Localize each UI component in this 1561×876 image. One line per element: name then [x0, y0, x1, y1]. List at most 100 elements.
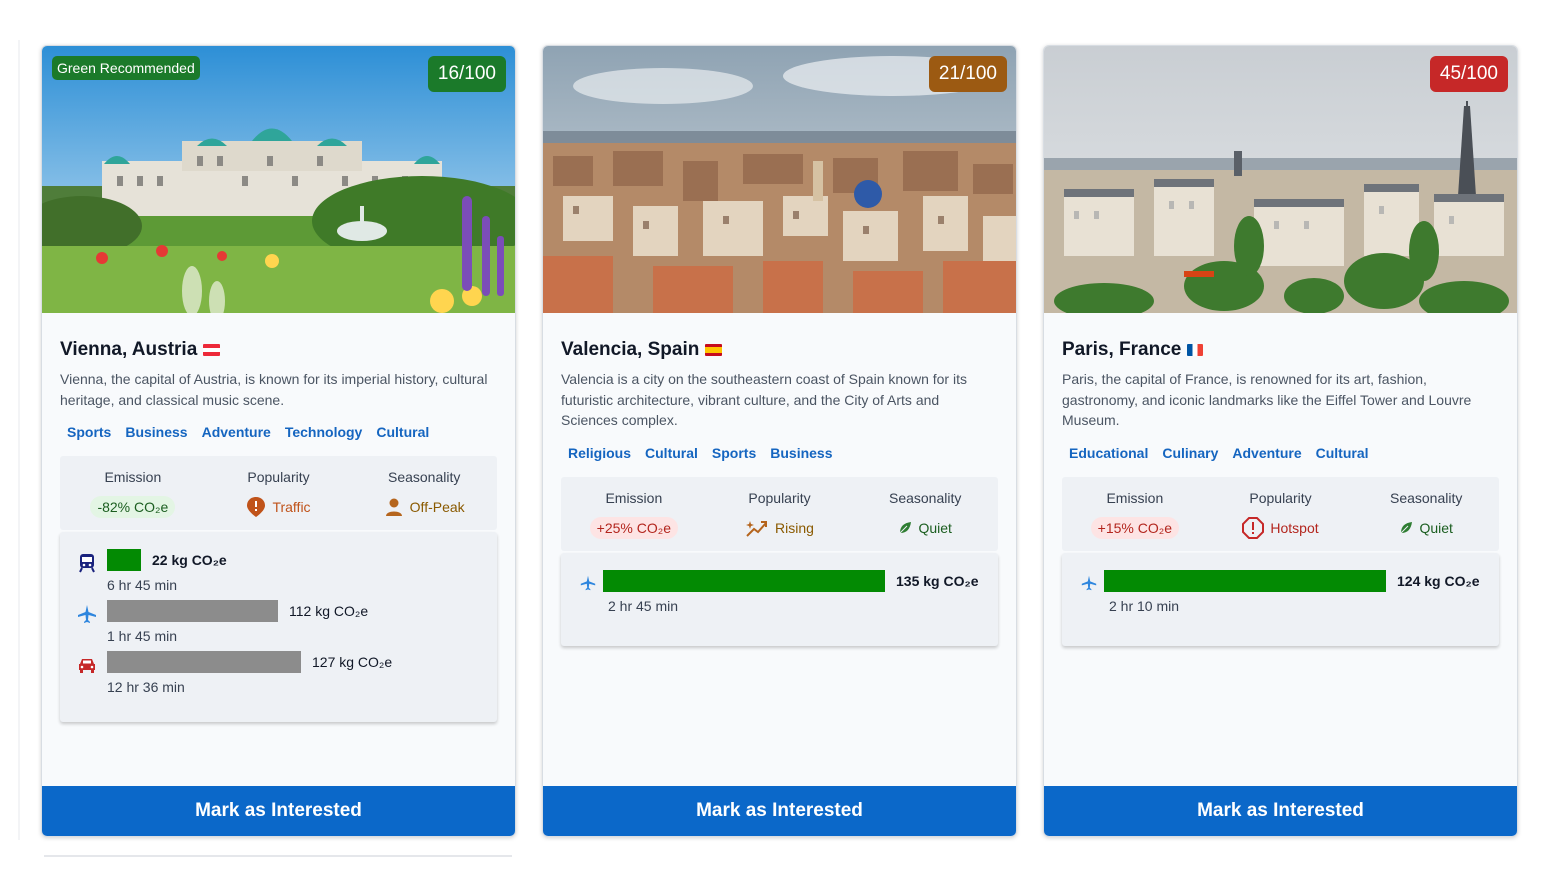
- popularity-label: Popularity: [1249, 489, 1312, 506]
- destination-cards-page: Green Recommended 16/100 Vienna, Austria…: [0, 0, 1561, 876]
- seasonality-label: Seasonality: [888, 489, 962, 506]
- seasonality-stat: Seasonality Off-Peak: [351, 456, 497, 530]
- tag-chip[interactable]: Business: [125, 424, 187, 440]
- emission-amount: 127 kg CO₂e: [312, 654, 393, 670]
- popularity-value: Hotspot: [1270, 519, 1319, 536]
- destination-card-valencia[interactable]: 21/100 Valencia, Spain Valencia is a cit…: [542, 45, 1017, 837]
- seasonality-stat: Seasonality Quiet: [1353, 477, 1499, 551]
- rising-trend-icon: [746, 520, 768, 537]
- tag-chip[interactable]: Adventure: [202, 424, 271, 440]
- travel-duration: 2 hr 45 min: [608, 597, 679, 614]
- seasonality-label: Seasonality: [387, 469, 461, 485]
- plane-icon: [1081, 575, 1097, 590]
- travel-duration: 1 hr 45 min: [107, 628, 178, 644]
- tag-chip[interactable]: Business: [770, 445, 832, 461]
- destination-card-paris[interactable]: 45/100 Paris, France Paris, the capital …: [1043, 45, 1518, 837]
- emission-value: +15% CO₂e: [1090, 516, 1179, 539]
- austria-flag-icon: [203, 344, 221, 356]
- popularity-stat: Popularity Traffic: [206, 456, 352, 530]
- tag-chip[interactable]: Adventure: [1232, 445, 1301, 461]
- destination-name: Paris, France: [1062, 339, 1182, 360]
- stats-panel: Emission +25% CO₂e Popularity Rising Sea…: [561, 476, 998, 551]
- transport-comparison: 135 kg CO₂e 2 hr 45 min: [561, 552, 998, 646]
- tag-list: Educational Culinary Adventure Cultural: [1062, 445, 1499, 461]
- emission-stat: Emission +15% CO₂e: [1062, 477, 1208, 551]
- france-flag-icon: [1187, 344, 1204, 356]
- car-icon: [79, 659, 95, 673]
- emission-value: +25% CO₂e: [589, 516, 678, 539]
- destination-name: Valencia, Spain: [561, 339, 700, 360]
- sustainability-score-badge: 45/100: [1429, 56, 1508, 92]
- seasonality-label: Seasonality: [1389, 489, 1463, 506]
- travel-duration: 12 hr 36 min: [107, 679, 185, 695]
- seasonality-value: Quiet: [1419, 519, 1453, 536]
- popularity-stat: Popularity Hotspot: [1208, 477, 1354, 551]
- sustainability-score-badge: 21/100: [928, 56, 1007, 92]
- stats-panel: Emission -82% CO₂e Popularity Traffic Se…: [60, 456, 497, 530]
- destination-image-vienna: Green Recommended 16/100: [42, 46, 515, 313]
- destination-description: Paris, the capital of France, is renowne…: [1062, 371, 1472, 428]
- traffic-pin-icon: [247, 497, 266, 517]
- leaf-icon: [900, 521, 912, 533]
- tag-chip[interactable]: Cultural: [376, 424, 429, 440]
- emission-amount: 112 kg CO₂e: [289, 603, 369, 619]
- transport-comparison: 22 kg CO₂e 6 hr 45 min 112 kg CO₂e 1 hr …: [60, 532, 497, 722]
- destination-image-valencia: 21/100: [543, 46, 1016, 313]
- destination-title: Paris, France: [1062, 339, 1499, 361]
- popularity-label: Popularity: [748, 489, 811, 506]
- emission-label: Emission: [104, 469, 162, 485]
- mark-as-interested-button[interactable]: Mark as Interested: [1044, 786, 1517, 836]
- destination-image-paris: 45/100: [1044, 46, 1517, 313]
- sustainability-score-badge: 16/100: [427, 56, 506, 92]
- transport-row-plane: 112 kg CO₂e 1 hr 45 min: [60, 600, 497, 651]
- tag-chip[interactable]: Sports: [67, 424, 111, 440]
- emission-label: Emission: [1106, 489, 1164, 506]
- destination-description: Vienna, the capital of Austria, is known…: [60, 371, 488, 408]
- emission-stat: Emission +25% CO₂e: [561, 477, 707, 551]
- destination-title: Valencia, Spain: [561, 339, 998, 361]
- transport-comparison: 124 kg CO₂e 2 hr 10 min: [1062, 552, 1499, 646]
- tag-chip[interactable]: Technology: [285, 424, 363, 440]
- person-icon: [385, 498, 402, 516]
- next-row-card-edge: [44, 855, 512, 857]
- emission-amount: 124 kg CO₂e: [1397, 572, 1480, 589]
- mark-as-interested-button[interactable]: Mark as Interested: [543, 786, 1016, 836]
- transport-row-train: 22 kg CO₂e 6 hr 45 min: [60, 549, 497, 600]
- popularity-stat: Popularity Rising: [707, 477, 853, 551]
- travel-duration: 2 hr 10 min: [1109, 597, 1180, 614]
- emission-bar: [107, 549, 141, 571]
- transport-row-car: 127 kg CO₂e 12 hr 36 min: [60, 651, 497, 702]
- stats-panel: Emission +15% CO₂e Popularity Hotspot Se…: [1062, 476, 1499, 551]
- popularity-value: Traffic: [272, 499, 311, 515]
- destination-description: Valencia is a city on the southeastern c…: [561, 371, 967, 428]
- background-edge: [18, 40, 20, 840]
- emission-bar: [107, 651, 301, 673]
- tag-chip[interactable]: Culinary: [1162, 445, 1218, 461]
- destination-name: Vienna, Austria: [60, 339, 198, 360]
- transport-row-plane: 124 kg CO₂e 2 hr 10 min: [1062, 569, 1499, 621]
- train-icon: [79, 554, 95, 573]
- tag-chip[interactable]: Cultural: [645, 445, 698, 461]
- tag-chip[interactable]: Cultural: [1316, 445, 1369, 461]
- transport-row-plane: 135 kg CO₂e 2 hr 45 min: [561, 569, 998, 621]
- hotspot-alert-icon: [1242, 516, 1265, 539]
- seasonality-stat: Seasonality Quiet: [852, 477, 998, 551]
- popularity-label: Popularity: [247, 469, 310, 485]
- tag-list: Sports Business Adventure Technology Cul…: [60, 424, 497, 440]
- tag-chip[interactable]: Religious: [568, 445, 631, 461]
- mark-as-interested-button[interactable]: Mark as Interested: [42, 786, 515, 836]
- seasonality-value: Quiet: [918, 519, 952, 536]
- tag-chip[interactable]: Sports: [712, 445, 756, 461]
- tag-chip[interactable]: Educational: [1069, 445, 1148, 461]
- travel-duration: 6 hr 45 min: [107, 577, 178, 593]
- destination-card-vienna[interactable]: Green Recommended 16/100 Vienna, Austria…: [41, 45, 516, 837]
- emission-amount: 135 kg CO₂e: [896, 572, 979, 589]
- plane-icon: [580, 575, 596, 590]
- leaf-icon: [1401, 521, 1413, 533]
- popularity-value: Rising: [775, 519, 814, 536]
- emission-amount: 22 kg CO₂e: [152, 552, 227, 568]
- seasonality-value: Off-Peak: [409, 499, 465, 515]
- emission-stat: Emission -82% CO₂e: [60, 456, 206, 530]
- destination-title: Vienna, Austria: [60, 339, 497, 361]
- emission-bar: [603, 569, 885, 592]
